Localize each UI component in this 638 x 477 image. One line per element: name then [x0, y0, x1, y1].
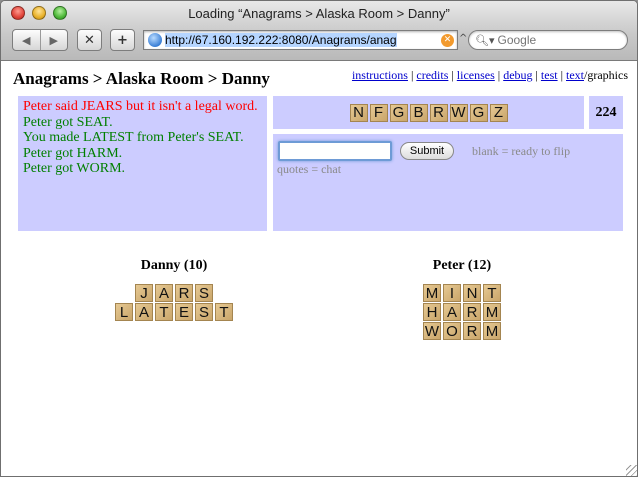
word-tile: A — [135, 303, 153, 321]
pool-tile: Z — [489, 103, 508, 122]
submit-button[interactable]: Submit — [400, 142, 454, 160]
word-tile: S — [195, 284, 213, 302]
word-tile: H — [423, 303, 441, 321]
forward-arrow-icon[interactable]: ▶ — [39, 30, 68, 50]
close-icon: ✕ — [84, 32, 95, 48]
nav-buttons: ◀ ▶ — [12, 29, 68, 51]
word-jars: J A R S — [134, 284, 214, 302]
player-words: M I N T H A R M W O R M — [412, 284, 512, 341]
pool-tile: N — [349, 103, 368, 122]
title-bar: Loading “Anagrams > Alaska Room > Danny”… — [1, 1, 637, 61]
globe-icon — [148, 33, 162, 47]
back-arrow-icon[interactable]: ◀ — [13, 30, 40, 50]
address-bar[interactable]: http://67.160.192.222:8080/Anagrams/anag… — [143, 30, 458, 50]
word-tile: M — [483, 303, 501, 321]
pool-tile: F — [369, 103, 388, 122]
word-tile: O — [443, 322, 461, 340]
hint-blank: blank = ready to flip — [472, 144, 571, 158]
plus-icon: + — [117, 32, 128, 48]
url-value: http://67.160.192.222:8080/Anagrams/anag — [165, 33, 397, 47]
tiles-remaining-count: 224 — [589, 96, 623, 129]
header-links: instructions | credits | licenses | debu… — [351, 68, 628, 82]
graphics-label: /graphics — [584, 68, 628, 82]
message-item: Peter got HARM. — [23, 145, 123, 161]
search-icon: 🔍︎▾ — [475, 33, 495, 47]
link-text[interactable]: text — [566, 68, 584, 82]
pool-tile: G — [389, 103, 408, 122]
player-peter: Peter (12) M I N T H A R M W O R M — [412, 258, 512, 341]
word-tile: R — [463, 322, 481, 340]
word-input[interactable] — [278, 141, 392, 161]
word-tile: T — [215, 303, 233, 321]
word-tile: S — [195, 303, 213, 321]
word-latest: L A T E S T — [114, 303, 234, 321]
word-tile: I — [443, 284, 461, 302]
pool-tile: W — [449, 103, 468, 122]
window-title: Loading “Anagrams > Alaska Room > Danny” — [188, 6, 450, 21]
search-input[interactable] — [497, 33, 618, 47]
stop-button[interactable]: ✕ — [77, 29, 102, 51]
link-debug[interactable]: debug — [503, 68, 532, 82]
link-test[interactable]: test — [541, 68, 558, 82]
link-credits[interactable]: credits — [416, 68, 448, 82]
word-tile: L — [115, 303, 133, 321]
word-tile: E — [175, 303, 193, 321]
message-item: You made LATEST from Peter's SEAT. — [23, 130, 244, 145]
resize-grip-icon[interactable] — [626, 465, 637, 476]
word-tile: M — [423, 284, 441, 302]
word-tile: R — [463, 303, 481, 321]
address-dropdown-icon[interactable]: ^ — [459, 33, 467, 44]
word-tile: A — [155, 284, 173, 302]
message-item: Peter said JEARS but it isn't a legal wo… — [23, 99, 258, 114]
player-danny: Danny (10) J A R S L A T E S T — [115, 258, 233, 322]
browser-window: Loading “Anagrams > Alaska Room > Danny”… — [0, 0, 638, 477]
page-title: Anagrams > Alaska Room > Danny — [13, 69, 270, 88]
input-panel: Submit blank = ready to flip quotes = ch… — [273, 134, 623, 231]
word-tile: R — [175, 284, 193, 302]
word-tile: T — [483, 284, 501, 302]
word-harm: H A R M — [422, 303, 502, 321]
stop-loading-icon[interactable]: ✕ — [441, 33, 454, 47]
word-tile: M — [483, 322, 501, 340]
message-item: Peter got SEAT. — [23, 114, 113, 130]
link-instructions[interactable]: instructions — [352, 68, 408, 82]
url-text[interactable]: http://67.160.192.222:8080/Anagrams/anag — [165, 33, 397, 47]
add-bookmark-button[interactable]: + — [110, 29, 135, 51]
pool-tiles: N F G B R W G Z — [349, 103, 509, 122]
player-words: J A R S L A T E S T — [115, 284, 233, 322]
word-worm: W O R M — [422, 322, 502, 340]
link-licenses[interactable]: licenses — [457, 68, 495, 82]
tile-pool: N F G B R W G Z — [273, 96, 584, 129]
word-tile: N — [463, 284, 481, 302]
search-field[interactable]: 🔍︎▾ — [468, 30, 628, 50]
word-mint: M I N T — [422, 284, 502, 302]
word-tile: A — [443, 303, 461, 321]
pool-tile: R — [429, 103, 448, 122]
player-name: Danny (10) — [140, 258, 208, 273]
web-page: Anagrams > Alaska Room > Danny instructi… — [1, 61, 637, 476]
hint-quotes: quotes = chat — [277, 162, 342, 176]
word-tile: W — [423, 322, 441, 340]
pool-tile: B — [409, 103, 428, 122]
word-tile: T — [155, 303, 173, 321]
word-tile: J — [135, 284, 153, 302]
player-name: Peter (12) — [432, 258, 492, 273]
pool-tile: G — [469, 103, 488, 122]
message-log: Peter said JEARS but it isn't a legal wo… — [18, 96, 267, 231]
message-item: Peter got WORM. — [23, 161, 126, 176]
